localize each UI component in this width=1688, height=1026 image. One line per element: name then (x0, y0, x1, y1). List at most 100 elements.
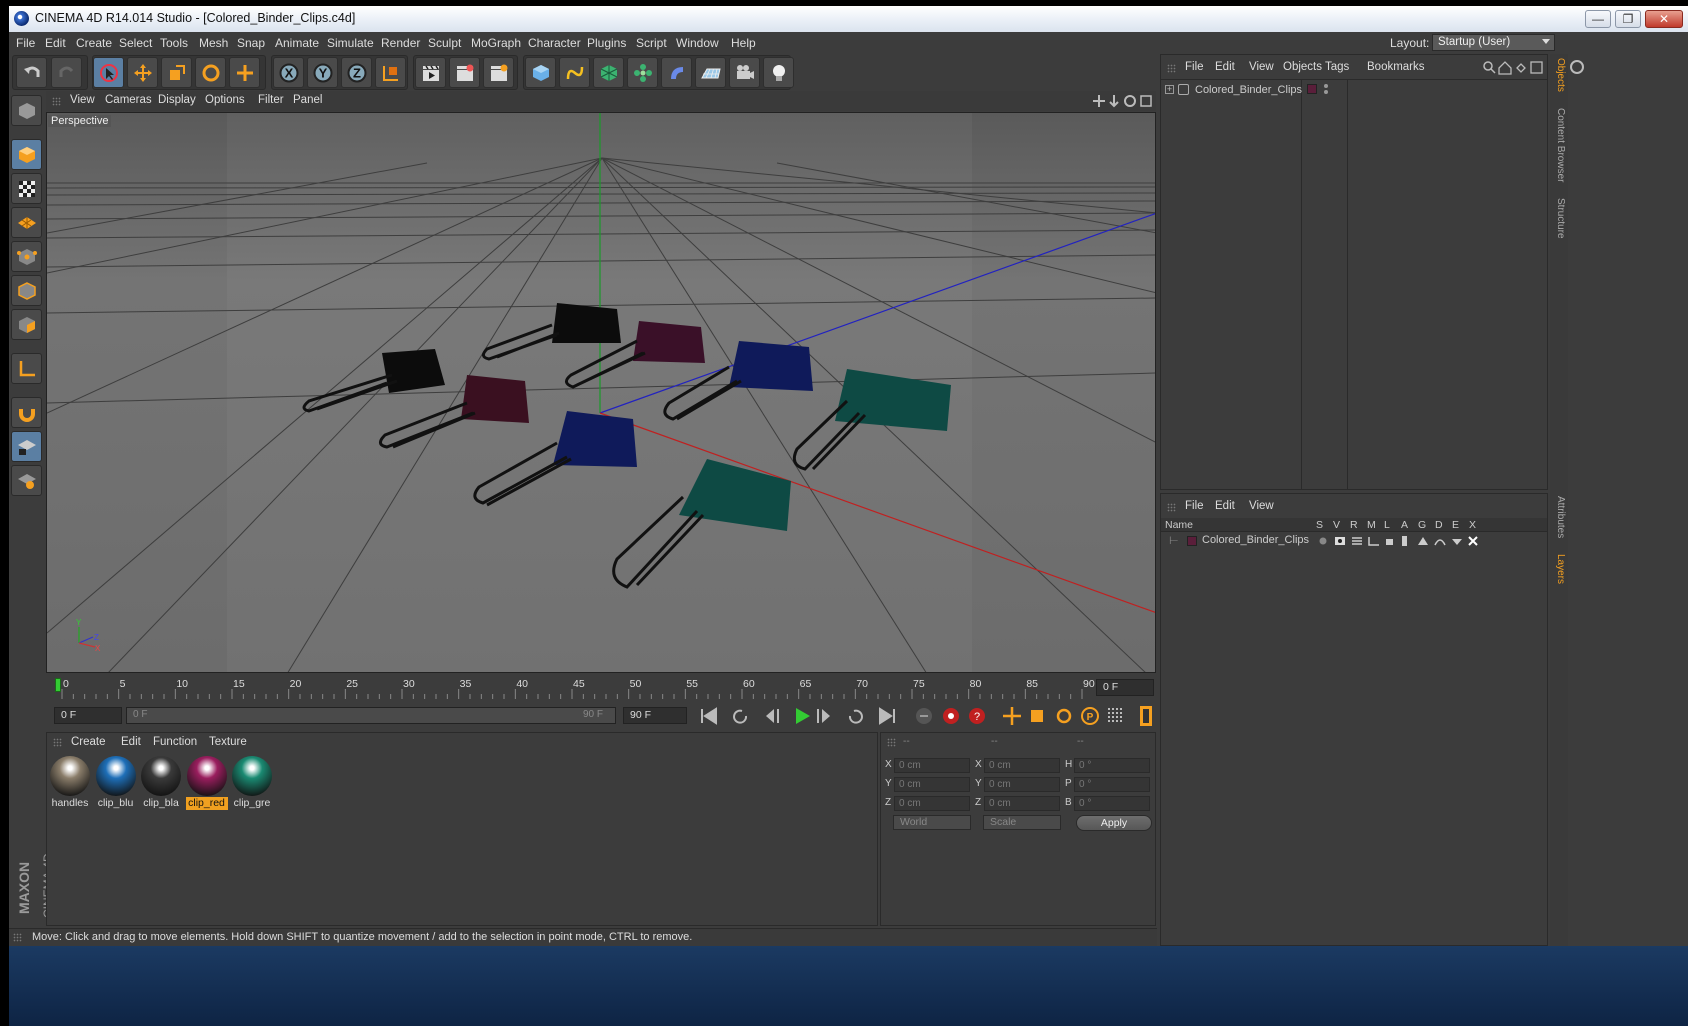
maximize-button[interactable]: ❐ (1615, 10, 1641, 28)
points-mode-button[interactable] (11, 241, 42, 272)
material-menu-texture[interactable]: Texture (209, 736, 247, 748)
layer-color-swatch[interactable] (1187, 536, 1197, 546)
menu-mograph[interactable]: MoGraph (471, 36, 521, 50)
model-mode-button[interactable] (11, 139, 42, 170)
column-e[interactable]: E (1452, 519, 1459, 531)
apply-button[interactable]: Apply (1076, 815, 1152, 831)
coord-value-field[interactable]: 0 cm (984, 777, 1060, 792)
menu-mesh[interactable]: Mesh (199, 36, 228, 50)
planar-workplane-button[interactable] (11, 465, 42, 496)
column-r[interactable]: R (1350, 519, 1358, 531)
material-handles[interactable]: handles (49, 755, 91, 811)
viewport-menu-view[interactable]: View (70, 94, 95, 106)
coord-value-field[interactable]: 0 cm (984, 758, 1060, 773)
coordinate-system-dropdown[interactable]: World (893, 815, 971, 830)
scale-tool-button[interactable] (161, 57, 192, 88)
deformer-button[interactable] (661, 57, 692, 88)
viewport-menu-display[interactable]: Display (158, 94, 196, 106)
coord-value-field[interactable]: 0 cm (894, 758, 970, 773)
edges-mode-button[interactable] (11, 275, 42, 306)
cube-button[interactable] (525, 57, 556, 88)
undo-button[interactable] (16, 57, 47, 88)
menu-script[interactable]: Script (636, 36, 667, 50)
viewport-menu-options[interactable]: Options (205, 94, 245, 106)
timeline-ruler[interactable]: 0 5 10 15 20 25 30 35 40 45 50 55 60 65 70 75 80 85 90 0 F (46, 675, 1156, 699)
coord-value-field[interactable]: 0 cm (984, 796, 1060, 811)
make-editable-button[interactable] (11, 95, 42, 126)
objects-menu-edit[interactable]: Edit (1215, 61, 1235, 73)
tab-attributes[interactable]: Attributes (1552, 496, 1566, 538)
coord-value-field[interactable]: 0 cm (894, 796, 970, 811)
object-manager-tools[interactable] (1483, 61, 1545, 75)
lock-workplane-button[interactable] (11, 431, 42, 462)
x-axis-lock-button[interactable]: X (273, 57, 304, 88)
viewport-menu-panel[interactable]: Panel (293, 94, 322, 106)
viewport-menu-cameras[interactable]: Cameras (105, 94, 152, 106)
tab-objects[interactable]: Objects (1552, 58, 1566, 92)
workplane-mode-button[interactable] (11, 207, 42, 238)
end-frame-field[interactable]: 90 F (623, 707, 687, 724)
viewport-nav-icons[interactable] (1092, 94, 1152, 108)
objects-menu-objects[interactable]: Objects (1283, 61, 1322, 73)
coord-value-field[interactable]: 0 cm (894, 777, 970, 792)
render-visibility-dot[interactable] (1324, 90, 1328, 94)
layers-menu-view[interactable]: View (1249, 500, 1274, 512)
menu-window[interactable]: Window (676, 36, 719, 50)
objects-menu-bookmarks[interactable]: Bookmarks (1367, 61, 1425, 73)
rotate-tool-button[interactable] (195, 57, 226, 88)
transport-buttons[interactable]: ? P (694, 703, 1154, 729)
column-m[interactable]: M (1367, 519, 1376, 531)
camera-button[interactable] (729, 57, 760, 88)
current-frame-field[interactable]: 0 F (1096, 679, 1154, 696)
light-button[interactable] (763, 57, 794, 88)
tab-structure[interactable]: Structure (1552, 198, 1566, 239)
menu-render[interactable]: Render (381, 36, 420, 50)
column-d[interactable]: D (1435, 519, 1443, 531)
column-g[interactable]: G (1418, 519, 1426, 531)
polygons-mode-button[interactable] (11, 309, 42, 340)
live-selection-button[interactable] (93, 57, 124, 88)
menu-file[interactable]: File (16, 36, 35, 50)
column-a[interactable]: A (1401, 519, 1408, 531)
menu-tools[interactable]: Tools (160, 36, 188, 50)
menu-select[interactable]: Select (119, 36, 152, 50)
column-s[interactable]: S (1316, 519, 1323, 531)
material-clip_bla[interactable]: clip_bla (140, 755, 182, 811)
texture-mode-button[interactable] (11, 173, 42, 204)
menu-character[interactable]: Character (528, 36, 581, 50)
tab-content-browser[interactable]: Content Browser (1552, 108, 1566, 182)
menu-animate[interactable]: Animate (275, 36, 319, 50)
z-axis-lock-button[interactable]: Z (341, 57, 372, 88)
material-clip_gre[interactable]: clip_gre (231, 755, 273, 811)
column-l[interactable]: L (1384, 519, 1390, 531)
layer-row[interactable]: ⊢ Colored_Binder_Clips (1165, 534, 1545, 548)
spline-pen-button[interactable] (559, 57, 590, 88)
redo-button[interactable] (51, 57, 82, 88)
render-picture-viewer-button[interactable] (449, 57, 480, 88)
menu-edit[interactable]: Edit (45, 36, 66, 50)
move-tool-button[interactable] (127, 57, 158, 88)
material-clip_red[interactable]: clip_red (185, 755, 228, 811)
frame-range-slider[interactable]: 0 F 90 F (126, 707, 616, 724)
axis-mode-button[interactable] (11, 353, 42, 384)
layer-color-swatch[interactable] (1307, 84, 1317, 94)
menu-simulate[interactable]: Simulate (327, 36, 374, 50)
search-icon[interactable] (1570, 60, 1584, 74)
close-button[interactable]: ✕ (1645, 10, 1683, 28)
start-frame-field[interactable]: 0 F (54, 707, 122, 724)
tab-layers[interactable]: Layers (1552, 554, 1566, 584)
editor-visibility-dot[interactable] (1324, 84, 1328, 88)
column-x[interactable]: X (1469, 519, 1476, 531)
render-view-button[interactable] (415, 57, 446, 88)
array-button[interactable] (627, 57, 658, 88)
layout-select[interactable]: Startup (User) (1432, 34, 1555, 51)
objects-menu-tags[interactable]: Tags (1325, 61, 1349, 73)
render-settings-button[interactable] (483, 57, 514, 88)
menu-sculpt[interactable]: Sculpt (428, 36, 461, 50)
coord-value-field[interactable]: 0 ° (1074, 777, 1150, 792)
column-v[interactable]: V (1333, 519, 1340, 531)
coordinate-system-button[interactable] (375, 57, 406, 88)
layers-menu-file[interactable]: File (1185, 500, 1204, 512)
add-object-tool-button[interactable] (229, 57, 260, 88)
menu-snap[interactable]: Snap (237, 36, 265, 50)
